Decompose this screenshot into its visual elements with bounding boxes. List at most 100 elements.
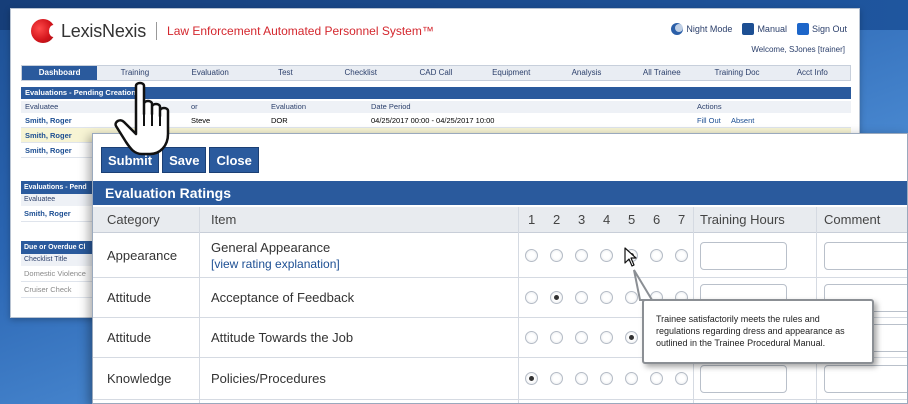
tooltip-pointer [633,269,654,301]
due-panel-title: Due or Overdue Cl [21,241,101,254]
sign-out-icon [796,23,809,35]
col-evaluatee: Evaluatee [25,102,59,111]
night-mode-link[interactable]: Night Mode [671,23,732,35]
col-date-period: Date Period [371,102,411,111]
col-rating-1: 1 [528,212,536,227]
logo: LexisNexis Law Enforcement Automated Per… [31,19,434,43]
evaluatee-link[interactable]: Smith, Roger [25,143,72,158]
tab-evaluation[interactable]: Evaluation [173,66,248,80]
rating-radio-3[interactable] [575,372,588,385]
tab-test[interactable]: Test [248,66,323,80]
training-hours-input[interactable] [700,242,787,270]
rating-radio-5[interactable] [625,372,638,385]
item-label: Attitude Towards the Job [211,330,354,345]
tab-training-doc[interactable]: Training Doc [699,66,774,80]
evaluatee-link[interactable]: Smith, Roger [25,128,72,143]
tab-analysis[interactable]: Analysis [549,66,624,80]
due-panel-header: Checklist Title [21,254,101,266]
date-period-cell: 04/25/2017 00:00 - 04/25/2017 10:00 [371,116,495,125]
rating-radio-4[interactable] [600,291,613,304]
absent-link[interactable]: Absent [731,113,754,128]
sign-out-label: Sign Out [811,24,847,34]
pending-panel-title: Evaluations - Pend [21,181,101,194]
top-links: Night Mode Manual Sign Out [661,23,847,35]
rating-radio-1[interactable] [525,331,538,344]
rating-radio-6[interactable] [650,372,663,385]
welcome-text: Welcome, SJones [trainer] [751,45,845,54]
rating-radio-1[interactable] [525,249,538,262]
col-item: Item [211,212,237,227]
rating-radio-1[interactable] [525,291,538,304]
category-cell: Attitude [107,330,152,345]
brand-name: LexisNexis [61,20,147,41]
tab-training[interactable]: Training [97,66,172,80]
col-evaluator: or [191,102,198,111]
list-item[interactable]: Domestic Violence [21,266,101,282]
arrow-cursor-icon [624,247,637,267]
list-item[interactable]: Cruiser Check [21,282,101,298]
list-item[interactable]: Smith, Roger [21,206,101,222]
evaluatee-link[interactable]: Smith, Roger [25,113,72,128]
close-button[interactable]: Close [209,147,259,173]
item-cell: General Appearance [view rating explanat… [211,234,340,277]
category-cell: Appearance [107,248,178,263]
rating-explanation-tooltip: Trainee satisfactorily meets the rules a… [642,299,874,364]
category-cell: Knowledge [107,371,172,386]
rating-radio-7[interactable] [675,249,688,262]
col-rating-4: 4 [603,212,611,227]
category-cell: Attitude [107,290,152,305]
ratings-header: Category Item 1 2 3 4 5 6 7 Training Hou… [93,207,907,233]
col-rating-2: 2 [553,212,561,227]
rating-radio-4[interactable] [600,249,613,262]
col-rating-3: 3 [578,212,586,227]
col-rating-5: 5 [628,212,636,227]
night-mode-label: Night Mode [686,24,733,34]
tab-cad-call[interactable]: CAD Call [398,66,473,80]
tab-equipment[interactable]: Equipment [474,66,549,80]
manual-link[interactable]: Manual [742,23,787,35]
fill-out-link[interactable]: Fill Out [697,113,721,128]
header-divider [156,22,158,40]
item-cell: Policies/Procedures [211,358,326,399]
view-rating-explanation-link[interactable]: [view rating explanation] [211,257,340,271]
night-mode-icon [671,23,684,35]
rating-radio-1[interactable] [525,372,538,385]
tab-checklist[interactable]: Checklist [323,66,398,80]
rating-radio-7[interactable] [675,372,688,385]
item-label: Policies/Procedures [211,371,326,386]
rating-radio-2[interactable] [550,331,563,344]
rating-radio-4[interactable] [600,331,613,344]
col-rating-7: 7 [678,212,686,227]
col-evaluation: Evaluation [271,102,307,111]
manual-icon [742,23,755,35]
rating-radio-5[interactable] [625,331,638,344]
tab-all-trainee[interactable]: All Trainee [624,66,699,80]
rating-radio-4[interactable] [600,372,613,385]
section-title: Evaluation Ratings [93,181,907,205]
system-name: Law Enforcement Automated Personnel Syst… [167,24,434,38]
col-training-hours: Training Hours [700,212,785,227]
app-header: LexisNexis Law Enforcement Automated Per… [11,9,859,61]
rating-radio-2[interactable] [550,372,563,385]
rating-radio-3[interactable] [575,249,588,262]
col-comment: Comment [824,212,881,227]
sign-out-link[interactable]: Sign Out [796,23,847,35]
rating-row: Knowledge Policies/Procedures [93,358,907,400]
item-cell: Attitude Towards the Job [211,318,353,357]
comment-input[interactable] [824,365,907,393]
comment-input[interactable] [824,242,907,270]
training-hours-input[interactable] [700,365,787,393]
rating-radio-2[interactable] [550,291,563,304]
lexisnexis-logo-icon [31,19,58,43]
rating-radio-6[interactable] [650,249,663,262]
rating-radio-3[interactable] [575,291,588,304]
rating-radio-3[interactable] [575,331,588,344]
rating-radio-2[interactable] [550,249,563,262]
manual-label: Manual [757,24,787,34]
col-category: Category [107,212,160,227]
rating-row: Appearance General Appearance [view rati… [93,234,907,278]
tab-acct-info[interactable]: Acct Info [775,66,850,80]
tab-dashboard[interactable]: Dashboard [22,66,98,80]
main-nav: Dashboard Training Evaluation Test Check… [21,65,851,81]
evaluation-cell: DOR [271,116,288,125]
